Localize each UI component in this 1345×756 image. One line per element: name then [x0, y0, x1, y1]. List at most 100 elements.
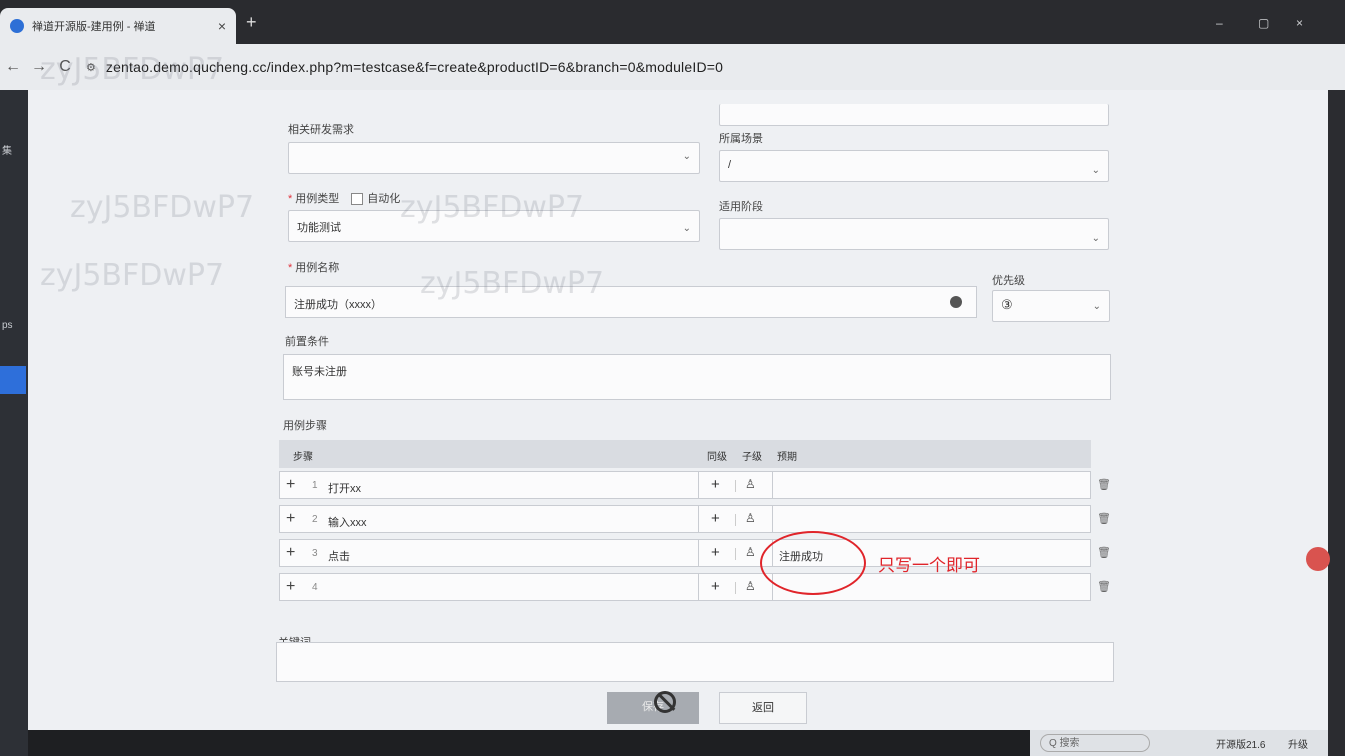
- step-operations: + ♙: [699, 471, 773, 499]
- divider: [735, 548, 736, 560]
- expand-plus-icon[interactable]: +: [286, 544, 295, 562]
- taskbar-app-label[interactable]: 开源版21.6: [1216, 736, 1265, 751]
- expand-plus-icon[interactable]: +: [286, 476, 295, 494]
- add-child-icon[interactable]: ♙: [745, 545, 756, 559]
- step-input[interactable]: + 4: [279, 573, 699, 601]
- priority-value: ③: [1001, 297, 1013, 312]
- header-child: 子级: [742, 452, 762, 463]
- previous-field-partial[interactable]: [719, 104, 1109, 126]
- required-mark: *: [288, 193, 293, 205]
- window-close-button[interactable]: ×: [1296, 16, 1303, 30]
- stage-select[interactable]: ⌄: [719, 218, 1109, 250]
- expand-plus-icon[interactable]: +: [286, 510, 295, 528]
- sidebar-active-item[interactable]: [0, 366, 26, 394]
- precondition-value: 账号未注册: [292, 366, 347, 378]
- step-text: 点击: [328, 551, 350, 563]
- divider: [735, 582, 736, 594]
- step-input[interactable]: + 1 打开xx: [279, 471, 699, 499]
- delete-trash-icon[interactable]: 🗑: [1097, 580, 1111, 593]
- annotation-text: 只写一个即可: [878, 556, 980, 575]
- keywords-input[interactable]: [276, 642, 1114, 682]
- site-info-icon[interactable]: ⚙: [86, 61, 96, 74]
- step-row: + 2 输入xxx + ♙ 🗑: [279, 502, 1111, 536]
- add-sibling-icon[interactable]: +: [711, 476, 720, 493]
- automation-label: 自动化: [367, 193, 401, 205]
- case-type-value: 功能测试: [297, 222, 341, 234]
- floating-assistant-icon[interactable]: [1306, 547, 1330, 571]
- save-button[interactable]: 保存: [607, 692, 699, 724]
- add-sibling-icon[interactable]: +: [711, 578, 720, 595]
- reload-icon[interactable]: C: [52, 58, 78, 76]
- expand-plus-icon[interactable]: +: [286, 578, 295, 596]
- taskbar-search[interactable]: Q 搜索: [1040, 734, 1150, 752]
- sidebar-item-label[interactable]: 集: [2, 142, 12, 157]
- automation-checkbox[interactable]: [351, 193, 364, 206]
- header-step: 步骤: [293, 452, 313, 463]
- case-name-value: 注册成功（xxxx）: [294, 299, 382, 311]
- chevron-down-icon: ⌄: [1091, 233, 1100, 244]
- related-story-label: 相关研发需求: [288, 124, 354, 136]
- precondition-label: 前置条件: [285, 336, 329, 348]
- step-input[interactable]: + 2 输入xxx: [279, 505, 699, 533]
- delete-trash-icon[interactable]: 🗑: [1097, 546, 1111, 559]
- add-child-icon[interactable]: ♙: [745, 477, 756, 491]
- color-picker-icon[interactable]: [950, 296, 962, 308]
- step-number: 1: [312, 480, 318, 491]
- step-number: 3: [312, 548, 318, 559]
- back-icon[interactable]: ←: [0, 58, 26, 76]
- step-input[interactable]: + 3 点击: [279, 539, 699, 567]
- steps-header: 步骤 同级 子级 预期: [279, 440, 1091, 468]
- precondition-textarea[interactable]: 账号未注册: [283, 354, 1111, 400]
- tab-close-icon[interactable]: ×: [218, 18, 226, 34]
- case-name-input[interactable]: 注册成功（xxxx）: [285, 286, 977, 318]
- divider: [735, 514, 736, 526]
- chevron-down-icon: ⌄: [682, 223, 691, 234]
- steps-table: 步骤 同级 子级 预期 + 1 打开xx + ♙ 🗑 + 2 输入xxx + ♙ 🗑: [279, 440, 1111, 604]
- forward-icon[interactable]: →: [26, 58, 52, 76]
- chevron-down-icon: ⌄: [1092, 301, 1101, 312]
- scene-select[interactable]: / ⌄: [719, 150, 1109, 182]
- expect-input[interactable]: [773, 471, 1091, 499]
- step-operations: + ♙: [699, 505, 773, 533]
- sidebar-item-label[interactable]: ps: [2, 320, 13, 331]
- new-tab-button[interactable]: +: [246, 12, 257, 33]
- priority-label: 优先级: [992, 275, 1025, 287]
- add-sibling-icon[interactable]: +: [711, 544, 720, 561]
- chevron-down-icon: ⌄: [682, 151, 691, 162]
- add-child-icon[interactable]: ♙: [745, 579, 756, 593]
- page-content: [28, 90, 1328, 730]
- step-number: 2: [312, 514, 318, 525]
- delete-trash-icon[interactable]: 🗑: [1097, 478, 1111, 491]
- step-operations: + ♙: [699, 573, 773, 601]
- not-allowed-cursor-icon: [654, 691, 676, 713]
- priority-select[interactable]: ③ ⌄: [992, 290, 1110, 322]
- scene-label: 所属场景: [719, 133, 763, 145]
- add-child-icon[interactable]: ♙: [745, 511, 756, 525]
- header-expect: 预期: [777, 452, 797, 463]
- required-mark: *: [288, 262, 293, 274]
- browser-tab-bar: 禅道开源版-建用例 - 禅道 × + – ▢ ×: [0, 0, 1345, 44]
- zentao-favicon-icon: [10, 19, 24, 33]
- back-button[interactable]: 返回: [719, 692, 807, 724]
- system-taskbar: Q 搜索 开源版21.6 升级: [1030, 730, 1328, 756]
- steps-label: 用例步骤: [283, 420, 327, 432]
- annotation-ellipse: [760, 531, 866, 595]
- step-text: 打开xx: [328, 483, 361, 495]
- add-sibling-icon[interactable]: +: [711, 510, 720, 527]
- expect-input[interactable]: [773, 505, 1091, 533]
- browser-tab[interactable]: 禅道开源版-建用例 - 禅道 ×: [0, 8, 236, 44]
- minimize-button[interactable]: –: [1216, 16, 1223, 30]
- taskbar-upgrade[interactable]: 升级: [1288, 736, 1308, 751]
- case-type-select[interactable]: 功能测试 ⌄: [288, 210, 700, 242]
- delete-trash-icon[interactable]: 🗑: [1097, 512, 1111, 525]
- restore-button[interactable]: ▢: [1258, 16, 1269, 30]
- step-number: 4: [312, 582, 318, 593]
- case-name-label: * 用例名称: [288, 259, 339, 275]
- case-name-label-text: 用例名称: [295, 262, 340, 274]
- address-bar: ← → C ⚙ zentao.demo.qucheng.cc/index.php…: [0, 44, 1345, 90]
- url-field[interactable]: zentao.demo.qucheng.cc/index.php?m=testc…: [106, 59, 723, 75]
- related-story-select[interactable]: ⌄: [288, 142, 700, 174]
- scene-value: /: [728, 159, 732, 171]
- chevron-down-icon: ⌄: [1091, 165, 1100, 176]
- step-row: + 1 打开xx + ♙ 🗑: [279, 468, 1111, 502]
